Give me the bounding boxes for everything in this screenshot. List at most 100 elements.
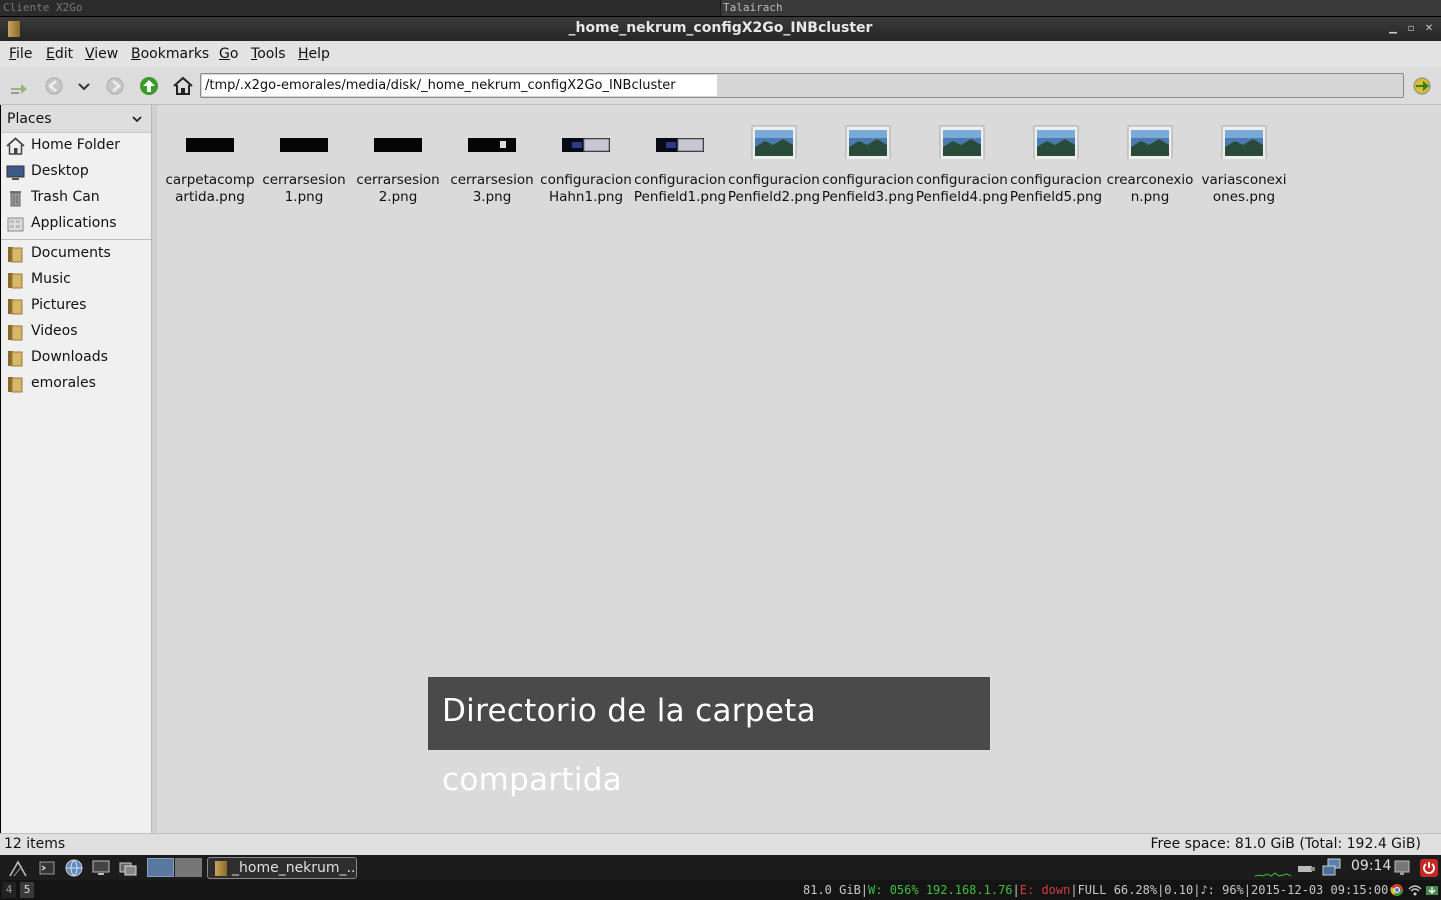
image-thumbnail-icon — [751, 125, 797, 159]
menu-view[interactable]: View — [85, 46, 118, 62]
menu-file-label: File — [9, 46, 33, 62]
history-dropdown-icon[interactable] — [73, 75, 95, 97]
menu-bookmarks[interactable]: Bookmarks — [131, 46, 209, 62]
file-name: configuracion Penfield1.png — [633, 172, 727, 205]
system-status-bar: 4 5 81.0 GiB|W: 056% 192.168.1.76|E: dow… — [0, 880, 1441, 900]
menu-bookmarks-label: Bookmarks — [131, 46, 210, 62]
menu-go[interactable]: Go — [219, 46, 238, 62]
usb-device-icon[interactable] — [1296, 858, 1316, 878]
remote-host-title: Talairach — [721, 0, 1441, 16]
file-name: crearconexio n.png — [1106, 172, 1194, 205]
power-icon[interactable] — [1419, 858, 1439, 878]
menu-file[interactable]: File — [9, 46, 32, 62]
image-thumbnail-icon — [280, 138, 328, 152]
parent-folder-button[interactable] — [138, 75, 160, 97]
folder-icon — [8, 247, 23, 263]
new-tab-icon[interactable] — [8, 75, 30, 97]
sidebar-item-desktop[interactable]: Desktop — [1, 159, 151, 185]
workspace-4[interactable]: 4 — [2, 882, 16, 898]
sidebar-item-label: Documents — [31, 245, 111, 261]
sidebar-item-trash[interactable]: Trash Can — [1, 185, 151, 211]
file-item[interactable]: variasconexi ones.png — [1197, 115, 1291, 215]
caption-overlay: Directorio de la carpeta compartida — [428, 677, 990, 798]
browser-icon[interactable] — [64, 858, 84, 878]
taskbar-window-button[interactable]: _home_nekrum_... — [207, 857, 357, 879]
file-item[interactable]: cerrarsesion 2.png — [351, 115, 445, 215]
maximize-button[interactable]: ▫ — [1404, 21, 1418, 37]
sidebar-item-home[interactable]: Home Folder — [1, 133, 151, 159]
sidebar-item-emorales[interactable]: emorales — [1, 371, 151, 397]
file-item[interactable]: configuracion Penfield4.png — [915, 115, 1009, 215]
file-name: cerrarsesion 3.png — [450, 172, 534, 205]
file-item[interactable]: configuracion Penfield1.png — [633, 115, 727, 215]
file-item[interactable]: carpetacomp artida.png — [163, 115, 257, 215]
chrome-icon[interactable] — [1390, 883, 1404, 897]
sidebar-item-applications[interactable]: Applications — [1, 211, 151, 237]
file-item[interactable]: configuracion Penfield3.png — [821, 115, 915, 215]
show-desktop-icon[interactable] — [91, 858, 111, 878]
sidebar-item-documents[interactable]: Documents — [1, 241, 151, 267]
monitor-icon[interactable] — [1392, 858, 1412, 878]
back-button[interactable] — [43, 75, 65, 97]
image-thumbnail-icon — [1221, 125, 1267, 159]
file-item[interactable]: configuracion Penfield5.png — [1009, 115, 1103, 215]
sidebar-item-videos[interactable]: Videos — [1, 319, 151, 345]
image-thumbnail-icon — [1033, 125, 1079, 159]
menu-tools[interactable]: Tools — [251, 46, 286, 62]
file-item[interactable]: configuracion Hahn1.png — [539, 115, 633, 215]
separator: | — [860, 883, 869, 897]
sidebar-item-pictures[interactable]: Pictures — [1, 293, 151, 319]
sidebar-item-label: emorales — [31, 375, 96, 391]
image-thumbnail-icon — [468, 138, 516, 152]
file-item[interactable]: configuracion Penfield2.png — [727, 115, 821, 215]
go-button[interactable] — [1411, 75, 1433, 97]
folder-icon — [8, 325, 23, 341]
window-titlebar[interactable]: _home_nekrum_configX2Go_INBcluster ▁ ▫ ✕ — [0, 17, 1441, 41]
menu-view-label: View — [85, 46, 119, 62]
file-item[interactable]: cerrarsesion 3.png — [445, 115, 539, 215]
clock[interactable]: 09:14 — [1351, 858, 1391, 874]
sidebar-divider — [1, 239, 151, 240]
taskbar: _home_nekrum_... 09:14 — [0, 855, 1441, 880]
side-pane-mode-selector[interactable]: Places — [1, 105, 151, 133]
workspace-5[interactable]: 5 — [20, 882, 34, 898]
update-icon[interactable] — [1425, 883, 1439, 897]
file-item[interactable]: cerrarsesion 1.png — [257, 115, 351, 215]
file-name: configuracion Penfield2.png — [727, 172, 821, 205]
file-item[interactable]: crearconexio n.png — [1103, 115, 1197, 215]
sidebar-item-label: Downloads — [31, 349, 108, 365]
sidebar-item-music[interactable]: Music — [1, 267, 151, 293]
menu-go-label: Go — [219, 46, 239, 62]
close-button[interactable]: ✕ — [1422, 21, 1436, 37]
trash-icon — [10, 191, 21, 207]
minimize-button[interactable]: ▁ — [1386, 21, 1400, 37]
start-menu-icon[interactable] — [8, 858, 28, 878]
wifi-icon[interactable] — [1408, 883, 1422, 897]
network-icon[interactable] — [1322, 858, 1342, 878]
free-space: Free space: 81.0 GiB (Total: 192.4 GiB) — [1150, 836, 1421, 852]
file-name: cerrarsesion 1.png — [262, 172, 346, 205]
window-list-icon[interactable] — [118, 858, 138, 878]
location-bar[interactable] — [200, 73, 1404, 98]
sidebar-item-label: Videos — [31, 323, 78, 339]
workspace-pager-1[interactable] — [147, 858, 174, 877]
sidebar-item-downloads[interactable]: Downloads — [1, 345, 151, 371]
menu-help[interactable]: Help — [298, 46, 330, 62]
volume-level: ♪: 96% — [1200, 883, 1244, 897]
file-name: variasconexi ones.png — [1201, 172, 1287, 205]
home-button[interactable] — [172, 75, 194, 97]
sidebar-item-label: Applications — [31, 215, 117, 231]
location-input[interactable] — [202, 75, 717, 96]
folder-icon — [215, 861, 227, 876]
menu-edit[interactable]: Edit — [46, 46, 73, 62]
datetime: 2015-12-03 09:15:00 — [1251, 883, 1389, 897]
home-icon — [6, 137, 25, 155]
terminal-icon[interactable] — [37, 858, 57, 878]
side-pane-title: Places — [7, 111, 52, 127]
x2go-outer-bar: Cliente X2Go Talairach — [0, 0, 1441, 16]
forward-button[interactable] — [104, 75, 126, 97]
workspace-pager-2[interactable] — [175, 858, 202, 877]
item-count: 12 items — [4, 836, 66, 852]
battery-status: FULL 66.28% — [1077, 883, 1158, 897]
ethernet-status: E: down — [1019, 883, 1071, 897]
